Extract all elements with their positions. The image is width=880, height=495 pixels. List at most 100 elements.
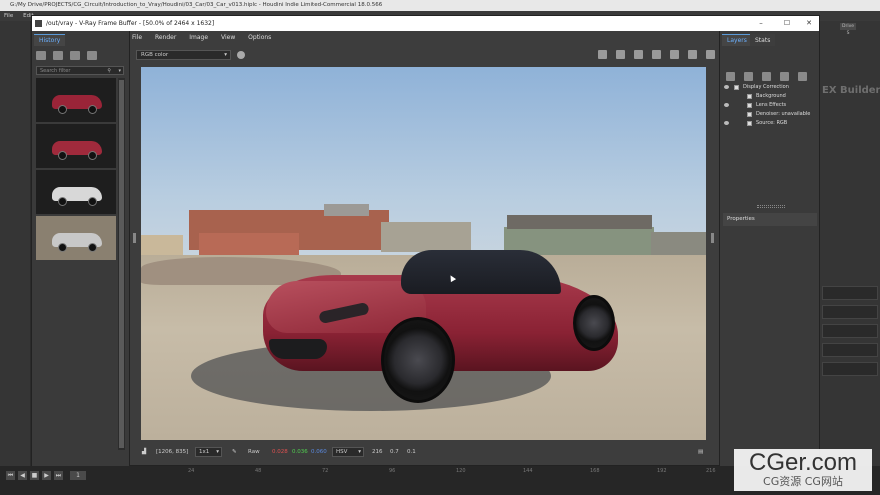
houdini-titlebar: G:/My Drive/PROJECTS/CG_Circuit/Introduc… <box>0 0 880 11</box>
timeline-tick: 96 <box>389 468 396 474</box>
param-box[interactable] <box>822 343 878 357</box>
menu-image[interactable]: Image <box>189 33 208 43</box>
eye-icon[interactable] <box>724 121 729 125</box>
minimize-icon[interactable]: – <box>750 16 772 31</box>
color-picker-icon[interactable] <box>237 51 245 59</box>
layer-label: Background <box>756 93 786 99</box>
layer-item[interactable]: Source: RGB <box>720 119 820 128</box>
history-thumbnail[interactable] <box>36 170 116 214</box>
tab-stats[interactable]: Stats <box>750 34 776 46</box>
step-back-icon[interactable]: ◀ <box>18 471 27 480</box>
history-thumbnail[interactable] <box>36 78 116 122</box>
layer-label: Display Correction <box>743 84 789 90</box>
delete-layer-icon[interactable] <box>743 72 753 81</box>
green-value: 0.036 <box>292 449 308 455</box>
value-value: 0.1 <box>407 449 416 455</box>
houdini-shelf-tab[interactable]: Drive S <box>840 23 856 36</box>
history-thumbnail[interactable] <box>36 124 116 168</box>
red-value: 0.028 <box>272 449 288 455</box>
remove-history-icon[interactable] <box>86 51 97 60</box>
car-windows <box>401 250 561 294</box>
add-layer-icon[interactable] <box>726 72 735 81</box>
tab-history[interactable]: History <box>34 34 66 46</box>
first-frame-icon[interactable]: ⏮ <box>6 471 15 480</box>
far-building <box>324 204 369 216</box>
history-thumbnail-selected[interactable] <box>36 216 116 260</box>
channel-select-value: RGB color <box>141 52 169 58</box>
color-space-value: HSV <box>336 449 348 455</box>
menu-render[interactable]: Render <box>155 33 176 43</box>
maximize-icon[interactable]: ☐ <box>776 16 798 31</box>
pixel-info-icon[interactable]: ▟ <box>142 444 146 460</box>
save-history-icon[interactable] <box>36 51 46 60</box>
eye-icon[interactable] <box>724 85 729 89</box>
region-render-icon[interactable] <box>651 50 661 59</box>
compare-ab-icon[interactable] <box>52 51 63 60</box>
save-image-icon[interactable] <box>598 50 607 59</box>
color-space-select[interactable]: HSV ▾ <box>332 447 364 457</box>
image-toolbar <box>598 50 722 61</box>
history-thumbnails <box>36 78 116 262</box>
timeline-tick: 168 <box>590 468 600 474</box>
properties-header: Properties <box>723 213 817 226</box>
timeline-tick: 216 <box>706 468 716 474</box>
channel-select[interactable]: RGB color ▾ <box>136 50 231 60</box>
layer-item[interactable]: Background <box>720 92 820 101</box>
watermark: CGer.com CG资源 CG网站 <box>734 449 872 491</box>
save-all-icon[interactable] <box>615 50 625 59</box>
panel-splitter-handle[interactable] <box>757 205 785 208</box>
vfb-titlebar[interactable]: /out/vray - V-Ray Frame Buffer - [50.0% … <box>32 16 819 31</box>
saturation-value: 0.7 <box>390 449 399 455</box>
layer-item[interactable]: Lens Effects <box>720 101 820 110</box>
raw-label: Raw <box>248 449 260 455</box>
menu-file[interactable]: File <box>132 33 142 43</box>
layer-label: Denoiser: unavailable <box>756 111 811 117</box>
timeline-tick: 72 <box>322 468 329 474</box>
frame-field[interactable]: 1 <box>70 471 86 480</box>
history-search-input[interactable]: Search filter ⚲ ▾ <box>36 66 124 75</box>
layer-item[interactable]: Denoiser: unavailable <box>720 110 820 119</box>
layers-toolbar <box>726 72 814 83</box>
render-viewport[interactable] <box>141 67 706 440</box>
timeline-tick: 120 <box>456 468 466 474</box>
watermark-sub: CG资源 CG网站 <box>763 475 843 488</box>
play-icon[interactable]: ▶ <box>42 471 51 480</box>
houdini-menu-file[interactable]: File <box>0 11 17 21</box>
green-building-roof <box>507 215 652 229</box>
eyedropper-icon[interactable]: ✎ <box>232 444 237 460</box>
chevron-down-icon[interactable]: ▾ <box>118 67 121 75</box>
layer-icon <box>747 94 752 99</box>
right-splitter-handle[interactable] <box>711 233 714 243</box>
param-box[interactable] <box>822 305 878 319</box>
refresh-icon[interactable] <box>687 50 697 59</box>
layer-item[interactable]: Display Correction <box>720 83 820 92</box>
ipr-icon[interactable] <box>669 50 679 59</box>
load-layers-icon[interactable] <box>761 72 771 81</box>
close-icon[interactable]: ✕ <box>798 16 820 31</box>
menu-view[interactable]: View <box>221 33 235 43</box>
track-mouse-icon[interactable] <box>633 50 643 59</box>
menu-options[interactable]: Options <box>248 33 271 43</box>
vfb-title: /out/vray - V-Ray Frame Buffer - [50.0% … <box>46 20 215 27</box>
layer-tree: Display Correction Background Lens Effec… <box>720 83 820 128</box>
layer-icon <box>747 112 752 117</box>
param-box[interactable] <box>822 324 878 338</box>
history-scrollbar[interactable] <box>118 78 125 450</box>
eye-icon[interactable] <box>724 103 729 107</box>
load-history-icon[interactable] <box>69 51 80 60</box>
houdini-right-pane: Drive S EX Builder <box>820 21 880 466</box>
layer-list-icon[interactable] <box>797 72 807 81</box>
save-layers-icon[interactable] <box>779 72 789 81</box>
tab-layers[interactable]: Layers <box>722 34 752 46</box>
layer-icon <box>747 121 752 126</box>
param-box[interactable] <box>822 362 878 376</box>
last-frame-icon[interactable]: ⏭ <box>54 471 63 480</box>
history-search-placeholder: Search filter <box>40 68 71 74</box>
render-teapot-icon[interactable] <box>705 50 715 59</box>
history-toolbar <box>36 51 102 63</box>
param-box[interactable] <box>822 286 878 300</box>
sample-size-select[interactable]: 1x1 ▾ <box>195 447 222 457</box>
stop-icon[interactable]: ■ <box>30 471 39 480</box>
log-icon[interactable]: ▤ <box>698 444 703 460</box>
left-splitter-handle[interactable] <box>133 233 136 243</box>
